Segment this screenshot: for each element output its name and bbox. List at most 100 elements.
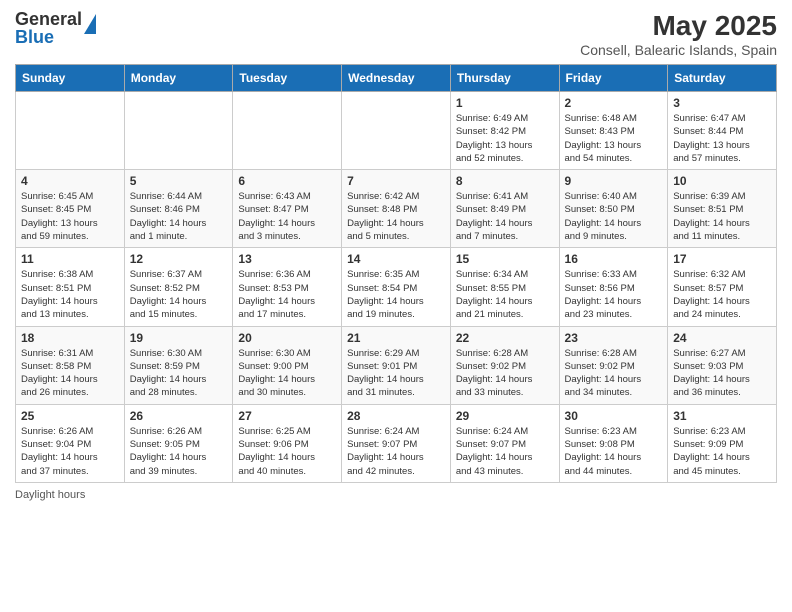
day-cell	[16, 92, 125, 170]
day-cell: 24 Sunrise: 6:27 AMSunset: 9:03 PMDayligh…	[668, 326, 777, 404]
day-number: 24	[673, 331, 771, 345]
header-row: SundayMondayTuesdayWednesdayThursdayFrid…	[16, 65, 777, 92]
week-row-3: 18 Sunrise: 6:31 AMSunset: 8:58 PMDayligh…	[16, 326, 777, 404]
day-number: 11	[21, 252, 119, 266]
day-number: 1	[456, 96, 554, 110]
day-number: 16	[565, 252, 663, 266]
calendar-body: 1 Sunrise: 6:49 AMSunset: 8:42 PMDaylight…	[16, 92, 777, 483]
day-cell: 30 Sunrise: 6:23 AMSunset: 9:08 PMDayligh…	[559, 404, 668, 482]
day-number: 3	[673, 96, 771, 110]
day-info: Sunrise: 6:26 AMSunset: 9:05 PMDaylight:…	[130, 425, 228, 478]
footer: Daylight hours	[15, 489, 777, 501]
sub-title: Consell, Balearic Islands, Spain	[580, 42, 777, 58]
day-info: Sunrise: 6:38 AMSunset: 8:51 PMDaylight:…	[21, 268, 119, 321]
day-number: 12	[130, 252, 228, 266]
day-info: Sunrise: 6:26 AMSunset: 9:04 PMDaylight:…	[21, 425, 119, 478]
day-number: 6	[238, 174, 336, 188]
week-row-0: 1 Sunrise: 6:49 AMSunset: 8:42 PMDaylight…	[16, 92, 777, 170]
day-info: Sunrise: 6:24 AMSunset: 9:07 PMDaylight:…	[347, 425, 445, 478]
day-header-wednesday: Wednesday	[342, 65, 451, 92]
day-info: Sunrise: 6:43 AMSunset: 8:47 PMDaylight:…	[238, 190, 336, 243]
title-section: May 2025 Consell, Balearic Islands, Spai…	[580, 10, 777, 58]
day-cell: 13 Sunrise: 6:36 AMSunset: 8:53 PMDayligh…	[233, 248, 342, 326]
day-info: Sunrise: 6:24 AMSunset: 9:07 PMDaylight:…	[456, 425, 554, 478]
day-number: 21	[347, 331, 445, 345]
day-cell: 22 Sunrise: 6:28 AMSunset: 9:02 PMDayligh…	[450, 326, 559, 404]
day-number: 19	[130, 331, 228, 345]
week-row-1: 4Sunrise: 6:45 AMSunset: 8:45 PMDaylight…	[16, 170, 777, 248]
day-info: Sunrise: 6:28 AMSunset: 9:02 PMDaylight:…	[565, 347, 663, 400]
day-number: 10	[673, 174, 771, 188]
day-info: Sunrise: 6:33 AMSunset: 8:56 PMDaylight:…	[565, 268, 663, 321]
page: General Blue May 2025 Consell, Balearic …	[0, 0, 792, 612]
day-info: Sunrise: 6:40 AMSunset: 8:50 PMDaylight:…	[565, 190, 663, 243]
day-cell: 1 Sunrise: 6:49 AMSunset: 8:42 PMDaylight…	[450, 92, 559, 170]
day-number: 28	[347, 409, 445, 423]
day-number: 18	[21, 331, 119, 345]
day-cell: 19 Sunrise: 6:30 AMSunset: 8:59 PMDayligh…	[124, 326, 233, 404]
day-info: Sunrise: 6:28 AMSunset: 9:02 PMDaylight:…	[456, 347, 554, 400]
day-info: Sunrise: 6:29 AMSunset: 9:01 PMDaylight:…	[347, 347, 445, 400]
day-number: 14	[347, 252, 445, 266]
day-number: 23	[565, 331, 663, 345]
day-info: Sunrise: 6:49 AMSunset: 8:42 PMDaylight:…	[456, 112, 554, 165]
logo-blue: Blue	[15, 28, 82, 46]
logo: General Blue	[15, 10, 96, 46]
day-number: 29	[456, 409, 554, 423]
day-info: Sunrise: 6:47 AMSunset: 8:44 PMDaylight:…	[673, 112, 771, 165]
day-header-tuesday: Tuesday	[233, 65, 342, 92]
day-info: Sunrise: 6:39 AMSunset: 8:51 PMDaylight:…	[673, 190, 771, 243]
day-info: Sunrise: 6:41 AMSunset: 8:49 PMDaylight:…	[456, 190, 554, 243]
logo-general: General	[15, 10, 82, 28]
day-info: Sunrise: 6:48 AMSunset: 8:43 PMDaylight:…	[565, 112, 663, 165]
day-info: Sunrise: 6:27 AMSunset: 9:03 PMDaylight:…	[673, 347, 771, 400]
calendar: SundayMondayTuesdayWednesdayThursdayFrid…	[15, 64, 777, 483]
day-header-thursday: Thursday	[450, 65, 559, 92]
day-header-saturday: Saturday	[668, 65, 777, 92]
day-cell: 11 Sunrise: 6:38 AMSunset: 8:51 PMDayligh…	[16, 248, 125, 326]
day-number: 22	[456, 331, 554, 345]
day-number: 25	[21, 409, 119, 423]
day-info: Sunrise: 6:23 AMSunset: 9:08 PMDaylight:…	[565, 425, 663, 478]
day-number: 27	[238, 409, 336, 423]
daylight-label: Daylight hours	[15, 489, 85, 501]
day-cell: 12Sunrise: 6:37 AMSunset: 8:52 PMDayligh…	[124, 248, 233, 326]
day-cell: 27 Sunrise: 6:25 AMSunset: 9:06 PMDayligh…	[233, 404, 342, 482]
day-cell: 23 Sunrise: 6:28 AMSunset: 9:02 PMDayligh…	[559, 326, 668, 404]
day-cell: 15Sunrise: 6:34 AMSunset: 8:55 PMDayligh…	[450, 248, 559, 326]
day-cell: 29 Sunrise: 6:24 AMSunset: 9:07 PMDayligh…	[450, 404, 559, 482]
day-cell: 7Sunrise: 6:42 AMSunset: 8:48 PMDaylight…	[342, 170, 451, 248]
day-cell: 4Sunrise: 6:45 AMSunset: 8:45 PMDaylight…	[16, 170, 125, 248]
day-number: 2	[565, 96, 663, 110]
day-number: 17	[673, 252, 771, 266]
day-info: Sunrise: 6:30 AMSunset: 8:59 PMDaylight:…	[130, 347, 228, 400]
day-cell: 21 Sunrise: 6:29 AMSunset: 9:01 PMDayligh…	[342, 326, 451, 404]
day-cell: 14Sunrise: 6:35 AMSunset: 8:54 PMDayligh…	[342, 248, 451, 326]
day-info: Sunrise: 6:42 AMSunset: 8:48 PMDaylight:…	[347, 190, 445, 243]
week-row-4: 25 Sunrise: 6:26 AMSunset: 9:04 PMDayligh…	[16, 404, 777, 482]
day-info: Sunrise: 6:25 AMSunset: 9:06 PMDaylight:…	[238, 425, 336, 478]
day-header-monday: Monday	[124, 65, 233, 92]
day-number: 13	[238, 252, 336, 266]
day-cell	[342, 92, 451, 170]
day-header-sunday: Sunday	[16, 65, 125, 92]
day-cell: 16 Sunrise: 6:33 AMSunset: 8:56 PMDayligh…	[559, 248, 668, 326]
day-number: 26	[130, 409, 228, 423]
day-cell	[124, 92, 233, 170]
day-cell: 8 Sunrise: 6:41 AMSunset: 8:49 PMDaylight…	[450, 170, 559, 248]
header: General Blue May 2025 Consell, Balearic …	[15, 10, 777, 58]
day-cell: 10 Sunrise: 6:39 AMSunset: 8:51 PMDayligh…	[668, 170, 777, 248]
day-cell: 5Sunrise: 6:44 AMSunset: 8:46 PMDaylight…	[124, 170, 233, 248]
day-info: Sunrise: 6:44 AMSunset: 8:46 PMDaylight:…	[130, 190, 228, 243]
day-info: Sunrise: 6:45 AMSunset: 8:45 PMDaylight:…	[21, 190, 119, 243]
day-info: Sunrise: 6:36 AMSunset: 8:53 PMDaylight:…	[238, 268, 336, 321]
day-number: 8	[456, 174, 554, 188]
day-number: 20	[238, 331, 336, 345]
day-number: 30	[565, 409, 663, 423]
day-info: Sunrise: 6:31 AMSunset: 8:58 PMDaylight:…	[21, 347, 119, 400]
day-cell: 28 Sunrise: 6:24 AMSunset: 9:07 PMDayligh…	[342, 404, 451, 482]
day-info: Sunrise: 6:23 AMSunset: 9:09 PMDaylight:…	[673, 425, 771, 478]
day-info: Sunrise: 6:30 AMSunset: 9:00 PMDaylight:…	[238, 347, 336, 400]
day-cell	[233, 92, 342, 170]
day-cell: 9Sunrise: 6:40 AMSunset: 8:50 PMDaylight…	[559, 170, 668, 248]
